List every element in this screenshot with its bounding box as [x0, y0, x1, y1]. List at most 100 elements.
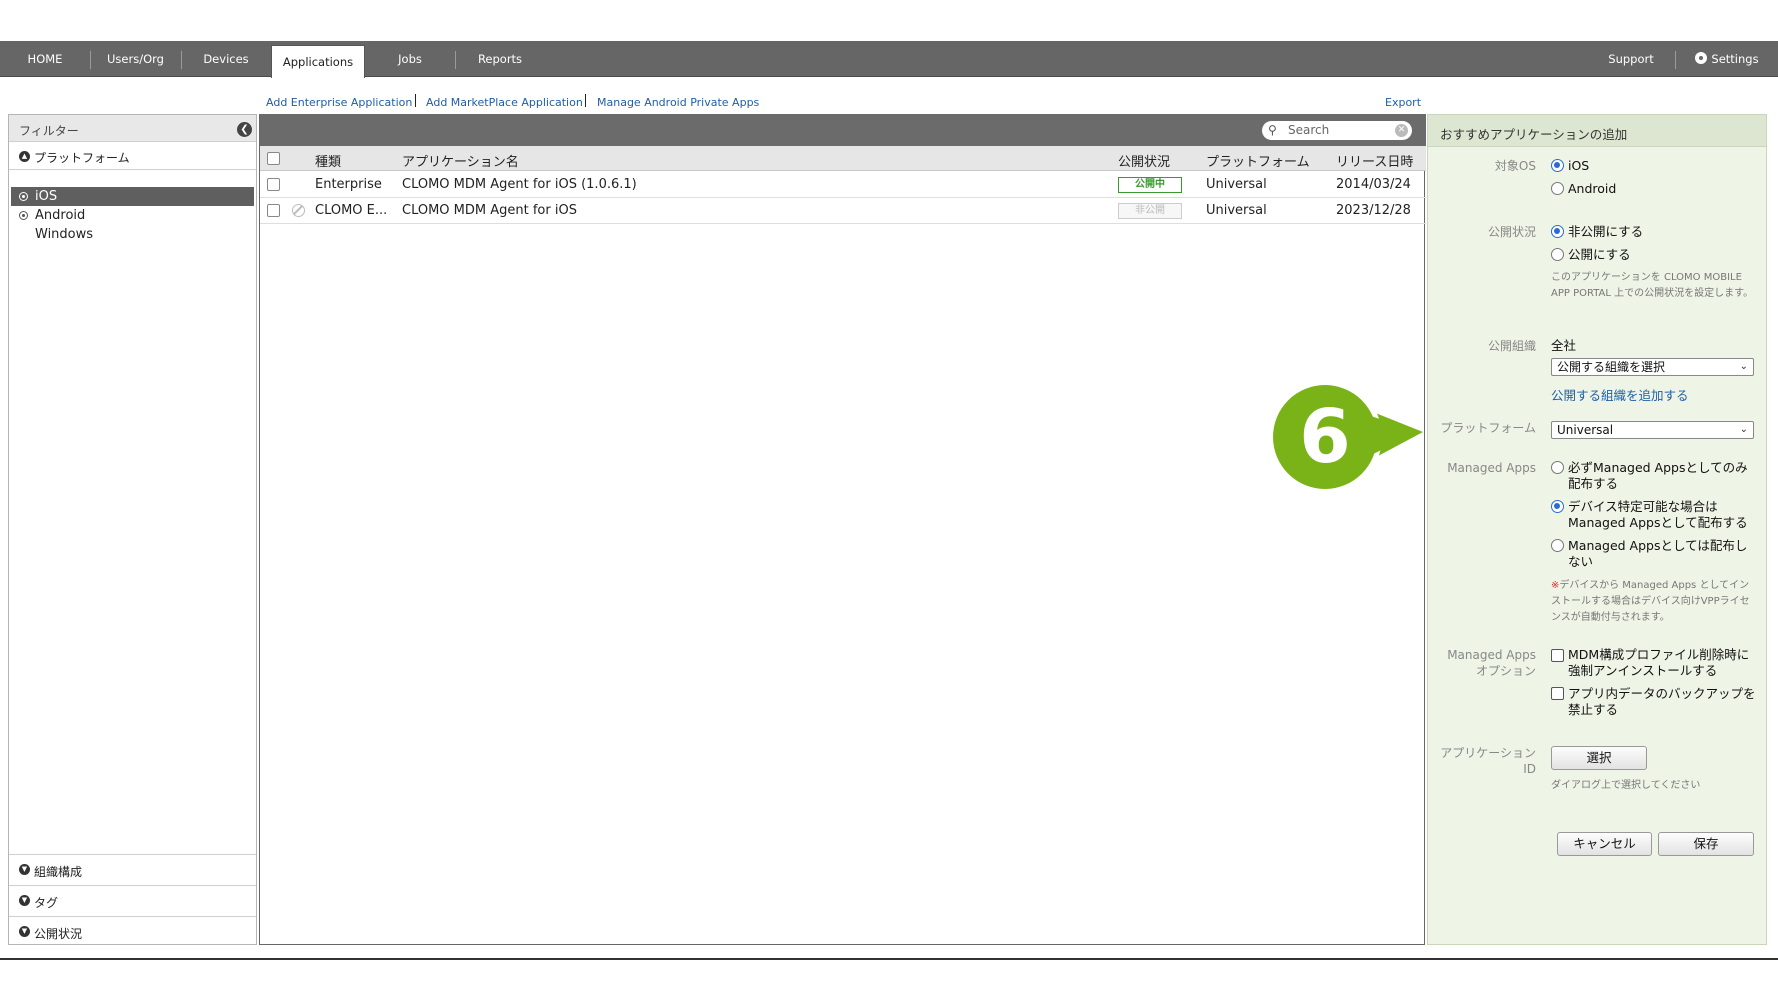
filter-header: フィルター ❮	[9, 115, 256, 142]
cell-app-name[interactable]: CLOMO MDM Agent for iOS (1.0.6.1)	[402, 177, 637, 192]
table-row[interactable]: Enterprise CLOMO MDM Agent for iOS (1.0.…	[260, 172, 1426, 198]
nav-tab-home[interactable]: HOME	[0, 41, 90, 77]
publish-org-value: 全社	[1551, 338, 1577, 353]
platform-select-dropdown[interactable]: Universal ⌄	[1551, 421, 1754, 439]
managed-option-never[interactable]: Managed Appsとしては配布しない	[1568, 538, 1758, 570]
select-app-button[interactable]: 選択	[1551, 746, 1647, 770]
status-option-private[interactable]: 非公開にする	[1568, 224, 1643, 240]
prevent-backup-label[interactable]: アプリ内データのバックアップを禁止する	[1568, 686, 1758, 718]
platform-filter-label: Android	[35, 208, 86, 223]
platform-section-header[interactable]: ▲ プラットフォーム	[9, 142, 256, 170]
row-checkbox[interactable]	[267, 204, 280, 217]
status-radio-private[interactable]	[1551, 225, 1564, 238]
status-option-public[interactable]: 公開にする	[1568, 247, 1631, 263]
table-header: 種類 アプリケーション名 公開状況 プラットフォーム リリース日時	[260, 146, 1426, 171]
top-navigation-bar: HOME Users/Org Devices Applications Jobs…	[0, 41, 1778, 78]
managed-option-if-identifiable[interactable]: デバイス特定可能な場合はManaged Appsとして配布する	[1568, 499, 1758, 531]
page-bottom-rule	[0, 958, 1778, 960]
platform-filter-windows[interactable]: Windows	[11, 225, 254, 244]
clear-search-icon[interactable]: ✕	[1395, 124, 1408, 137]
add-org-link[interactable]: 公開する組織を追加する	[1551, 385, 1689, 404]
form-header: おすすめアプリケーションの追加	[1428, 115, 1766, 147]
cell-platform: Universal	[1206, 203, 1267, 218]
chevron-down-icon: ⌄	[1739, 361, 1748, 372]
org-select-value: 公開する組織を選択	[1557, 360, 1666, 374]
cell-type: CLOMO E...	[315, 203, 388, 218]
tag-section-header[interactable]: ▼ タグ	[9, 885, 256, 915]
nav-tab-devices[interactable]: Devices	[181, 41, 271, 77]
nav-tab-jobs[interactable]: Jobs	[365, 41, 455, 77]
save-button[interactable]: 保存	[1658, 832, 1754, 856]
column-header-release[interactable]: リリース日時	[1336, 151, 1413, 170]
column-header-type[interactable]: 種類	[315, 151, 341, 170]
platform-filter-android[interactable]: Android	[11, 206, 254, 225]
cell-app-name[interactable]: CLOMO MDM Agent for iOS	[402, 203, 577, 218]
application-id-label: アプリケーション ID	[1440, 746, 1536, 776]
add-enterprise-application-link[interactable]: Add Enterprise Application	[266, 96, 412, 109]
cell-release-date: 2014/03/24	[1336, 177, 1411, 192]
export-link[interactable]: Export	[1385, 96, 1421, 109]
org-section-header[interactable]: ▼ 組織構成	[9, 854, 256, 884]
form-title: おすすめアプリケーションの追加	[1440, 127, 1628, 142]
managed-apps-note: ※デバイスから Managed Apps としてインストールする場合はデバイス向…	[1551, 578, 1756, 626]
gear-icon	[1695, 52, 1708, 64]
table-toolbar: ⚲ Search ✕	[260, 114, 1426, 146]
os-option-android[interactable]: Android	[1568, 181, 1616, 197]
settings-link[interactable]: Settings	[1682, 41, 1772, 77]
nav-tab-users-org[interactable]: Users/Org	[90, 41, 181, 77]
column-header-status[interactable]: 公開状況	[1118, 151, 1170, 170]
publish-org-label: 公開組織	[1487, 339, 1536, 353]
status-section-label: 公開状況	[34, 927, 83, 941]
org-select-dropdown[interactable]: 公開する組織を選択 ⌄	[1551, 358, 1754, 376]
disabled-icon	[292, 204, 305, 217]
managed-apps-note-text: デバイスから Managed Apps としてインストールする場合はデバイス向け…	[1551, 580, 1750, 623]
step-number: 6	[1299, 394, 1351, 480]
chevron-up-icon: ▲	[19, 151, 30, 162]
column-header-platform[interactable]: プラットフォーム	[1206, 151, 1310, 170]
status-badge: 公開中	[1118, 177, 1182, 193]
chevron-down-icon: ⌄	[1739, 424, 1748, 435]
managed-radio-always[interactable]	[1551, 461, 1564, 474]
managed-radio-never[interactable]	[1551, 539, 1564, 552]
chevron-down-icon: ▼	[19, 864, 30, 875]
publish-status-label: 公開状況	[1487, 225, 1536, 239]
managed-apps-label: Managed Apps	[1447, 461, 1536, 475]
platform-filter-label: iOS	[35, 189, 58, 204]
status-section-header[interactable]: ▼ 公開状況	[9, 916, 256, 946]
support-link[interactable]: Support	[1590, 41, 1672, 77]
column-header-name[interactable]: アプリケーション名	[402, 151, 519, 170]
prevent-backup-checkbox[interactable]	[1551, 687, 1564, 700]
add-marketplace-application-link[interactable]: Add MarketPlace Application	[426, 96, 583, 109]
platform-filter-ios[interactable]: iOS	[11, 187, 254, 206]
nav-tab-reports[interactable]: Reports	[455, 41, 545, 77]
cancel-button[interactable]: キャンセル	[1557, 832, 1652, 856]
nav-tab-applications[interactable]: Applications	[271, 45, 365, 78]
managed-radio-if-identifiable[interactable]	[1551, 500, 1564, 513]
os-radio-ios[interactable]	[1551, 159, 1564, 172]
manage-android-private-apps-link[interactable]: Manage Android Private Apps	[597, 96, 759, 109]
application-id-note: ダイアログ上で選択してください	[1551, 780, 1701, 791]
select-all-checkbox[interactable]	[267, 152, 280, 165]
target-os-label: 対象OS	[1494, 159, 1536, 173]
chevron-down-icon: ▼	[19, 926, 30, 937]
application-table-panel: ⚲ Search ✕ 種類 アプリケーション名 公開状況 プラットフォーム リリ…	[259, 114, 1426, 945]
table-row[interactable]: CLOMO E... CLOMO MDM Agent for iOS 非公開 U…	[260, 198, 1426, 224]
force-uninstall-checkbox[interactable]	[1551, 649, 1564, 662]
status-radio-public[interactable]	[1551, 248, 1564, 261]
cell-platform: Universal	[1206, 177, 1267, 192]
link-divider	[585, 94, 586, 107]
search-input[interactable]: ⚲ Search ✕	[1262, 121, 1412, 140]
tag-section-label: タグ	[34, 896, 59, 910]
os-option-ios[interactable]: iOS	[1568, 158, 1589, 174]
add-recommended-app-panel: おすすめアプリケーションの追加 対象OS iOS Android 公開状況 非公…	[1427, 114, 1767, 945]
os-radio-android[interactable]	[1551, 182, 1564, 195]
collapse-panel-icon[interactable]: ❮	[237, 122, 252, 137]
managed-apps-options-label: Managed Apps オプション	[1447, 648, 1536, 678]
platform-filter-label: Windows	[35, 227, 94, 242]
chevron-down-icon: ▼	[19, 895, 30, 906]
status-note: このアプリケーションを CLOMO MOBILE APP PORTAL 上での公…	[1551, 272, 1754, 299]
row-checkbox[interactable]	[267, 178, 280, 191]
target-icon	[19, 211, 28, 220]
managed-option-always[interactable]: 必ずManaged Appsとしてのみ配布する	[1568, 460, 1758, 492]
force-uninstall-label[interactable]: MDM構成プロファイル削除時に強制アンインストールする	[1568, 647, 1758, 679]
